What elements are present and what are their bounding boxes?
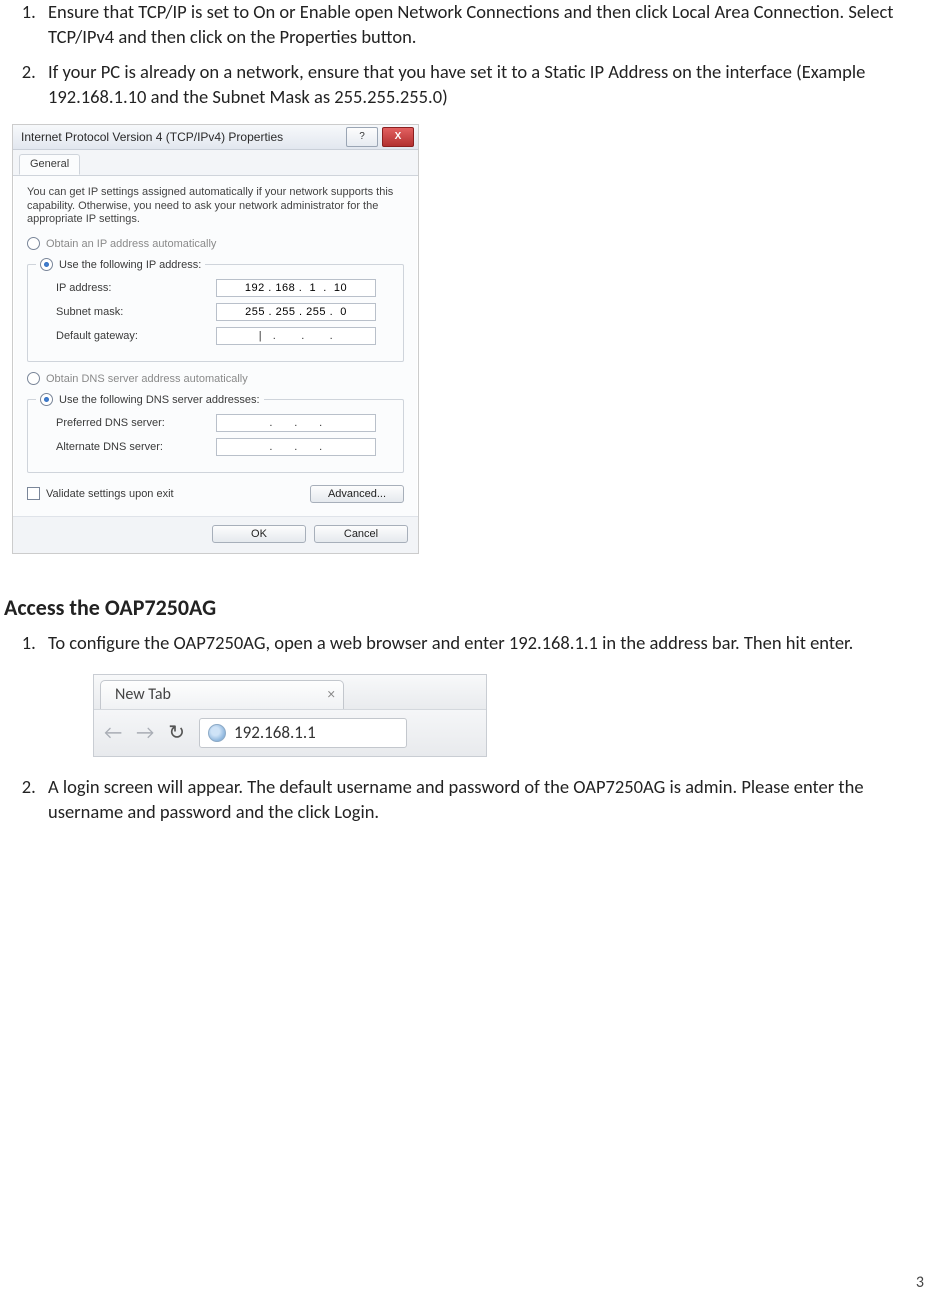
step-1: Ensure that TCP/IP is set to On or Enabl… [40, 0, 928, 50]
label-subnet-mask: Subnet mask: [56, 306, 206, 318]
input-preferred-dns[interactable] [216, 414, 376, 432]
advanced-button[interactable]: Advanced... [310, 485, 404, 503]
radio-icon [27, 237, 40, 250]
dialog-description: You can get IP settings assigned automat… [27, 186, 404, 227]
input-default-gateway[interactable] [216, 327, 376, 345]
ipv4-properties-dialog: Internet Protocol Version 4 (TCP/IPv4) P… [12, 124, 419, 554]
radio-icon-selected [40, 258, 53, 271]
use-ip-group: Use the following IP address: IP address… [27, 258, 404, 362]
tcpip-steps-list: Ensure that TCP/IP is set to On or Enabl… [20, 0, 928, 110]
input-subnet-mask[interactable] [216, 303, 376, 321]
browser-toolbar: ← → ↻ 192.168.1.1 [94, 709, 486, 756]
input-alternate-dns[interactable] [216, 438, 376, 456]
step-2: If your PC is already on a network, ensu… [40, 60, 928, 110]
checkbox-validate-on-exit[interactable]: Validate settings upon exit [27, 487, 174, 500]
radio-icon [27, 372, 40, 385]
radio-obtain-dns[interactable]: Obtain DNS server address automatically [27, 372, 404, 385]
dialog-title: Internet Protocol Version 4 (TCP/IPv4) P… [21, 130, 283, 144]
radio-label: Use the following IP address: [59, 259, 201, 271]
input-ip-address[interactable] [216, 279, 376, 297]
access-steps-list: To configure the OAP7250AG, open a web b… [20, 631, 928, 825]
radio-label: Obtain DNS server address automatically [46, 373, 248, 385]
radio-label: Use the following DNS server addresses: [59, 394, 260, 406]
radio-icon-selected [40, 393, 53, 406]
help-button[interactable]: ? [346, 127, 378, 147]
browser-tabbar: New Tab × [94, 675, 486, 709]
access-step-1: To configure the OAP7250AG, open a web b… [40, 631, 928, 757]
radio-obtain-ip[interactable]: Obtain an IP address automatically [27, 237, 404, 250]
dialog-titlebar: Internet Protocol Version 4 (TCP/IPv4) P… [13, 125, 418, 150]
checkbox-label: Validate settings upon exit [46, 488, 174, 500]
radio-use-dns[interactable]: Use the following DNS server addresses: [40, 393, 260, 406]
reload-icon[interactable]: ↻ [168, 720, 185, 747]
checkbox-icon [27, 487, 40, 500]
tab-close-icon[interactable]: × [328, 685, 335, 705]
access-step-2: A login screen will appear. The default … [40, 775, 928, 825]
tab-label: New Tab [115, 684, 171, 706]
back-icon[interactable]: ← [104, 720, 122, 747]
label-default-gateway: Default gateway: [56, 330, 206, 342]
page-number: 3 [916, 1273, 924, 1292]
address-text: 192.168.1.1 [234, 722, 316, 745]
forward-icon[interactable]: → [136, 720, 154, 747]
address-bar[interactable]: 192.168.1.1 [199, 718, 407, 748]
label-alternate-dns: Alternate DNS server: [56, 441, 206, 453]
use-dns-group: Use the following DNS server addresses: … [27, 393, 404, 473]
label-preferred-dns: Preferred DNS server: [56, 417, 206, 429]
access-step-1-text: To configure the OAP7250AG, open a web b… [48, 631, 853, 654]
globe-icon [208, 724, 226, 742]
tab-general[interactable]: General [19, 154, 80, 175]
close-button[interactable]: X [382, 127, 414, 147]
radio-use-ip[interactable]: Use the following IP address: [40, 258, 201, 271]
dialog-tabstrip: General [13, 150, 418, 176]
heading-access-device: Access the OAP7250AG [0, 594, 948, 621]
browser-address-figure: New Tab × ← → ↻ 192.168.1.1 [93, 674, 487, 757]
ok-button[interactable]: OK [212, 525, 306, 543]
radio-label: Obtain an IP address automatically [46, 238, 216, 250]
label-ip-address: IP address: [56, 282, 206, 294]
browser-tab-new[interactable]: New Tab × [100, 680, 344, 709]
cancel-button[interactable]: Cancel [314, 525, 408, 543]
